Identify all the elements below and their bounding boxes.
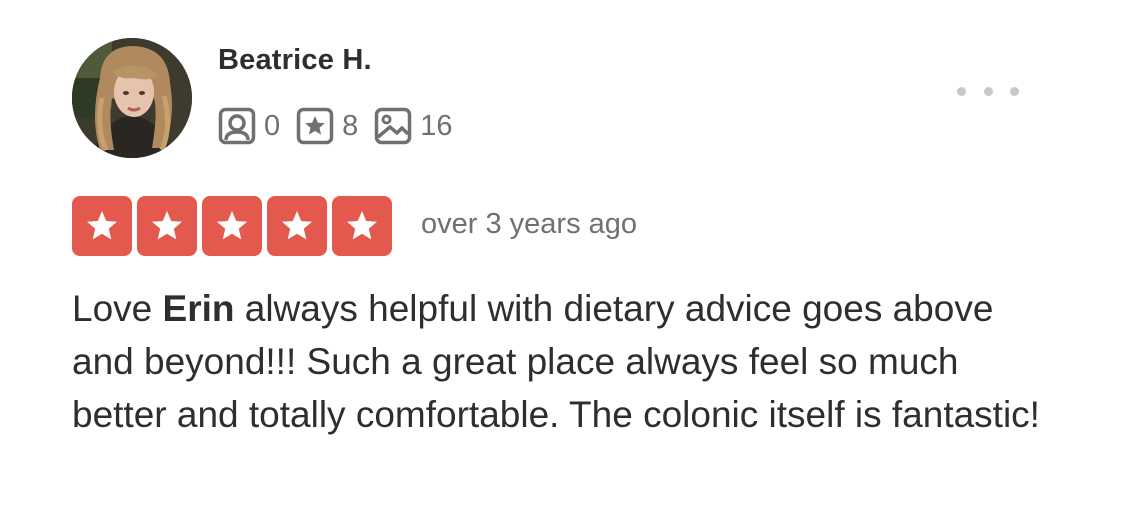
rating-star-icon: [137, 196, 197, 256]
reviews-count: 8: [342, 109, 359, 142]
user-avatar-photo-icon: [72, 38, 192, 158]
review-card: Beatrice H. 0 8 16 over 3 years ago Love…: [0, 0, 1125, 511]
menu-dot: [983, 86, 993, 96]
more-options-icon[interactable]: [952, 78, 1024, 104]
friends-icon: [218, 107, 256, 145]
avatar[interactable]: [72, 38, 192, 158]
review-text-part1: Love: [72, 288, 163, 329]
menu-dot: [1010, 86, 1019, 96]
review-text-highlight: Erin: [162, 288, 235, 329]
photos-stat: 16: [374, 107, 453, 145]
rating-star-icon: [202, 196, 262, 256]
friends-count: 0: [264, 109, 281, 142]
friends-stat: 0: [218, 107, 280, 145]
reviews-stat: 8: [296, 107, 358, 145]
photos-icon: [374, 107, 412, 145]
user-stats: 0 8 16: [218, 104, 469, 148]
menu-dot: [957, 86, 966, 96]
review-date: over 3 years ago: [421, 208, 638, 240]
photos-count: 16: [420, 109, 453, 142]
user-name[interactable]: Beatrice H.: [218, 44, 372, 77]
rating-star-icon: [332, 196, 392, 256]
review-text: Love Erin always helpful with dietary ad…: [72, 282, 1062, 441]
star-rating: [72, 196, 397, 256]
reviews-star-icon: [296, 107, 334, 145]
rating-star-icon: [72, 196, 132, 256]
rating-star-icon: [267, 196, 327, 256]
